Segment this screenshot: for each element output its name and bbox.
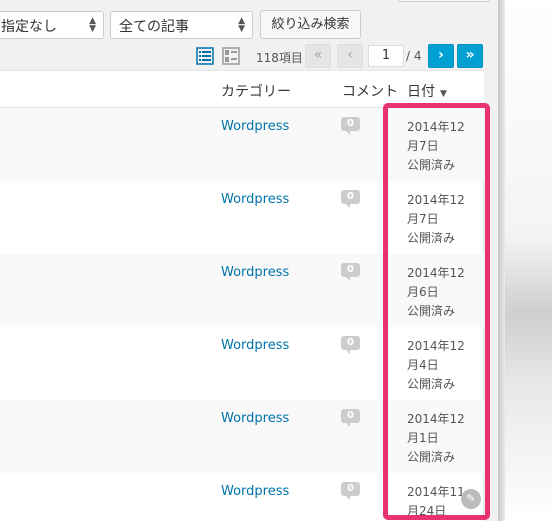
category-link[interactable]: Wordpress [221, 338, 289, 353]
comment-bubble-icon[interactable]: 0 [341, 336, 360, 354]
comment-bubble-icon[interactable]: 0 [341, 117, 360, 135]
date-line: 2014年12 [407, 120, 465, 134]
table-row: Wordpress 0 2014年12 月1日 公開済み [0, 400, 484, 473]
post-status: 公開済み [407, 231, 456, 245]
table-row: Wordpress 0 2014年12 月4日 公開済み [0, 327, 484, 400]
first-page-button[interactable]: « [305, 44, 331, 68]
top-right-button[interactable] [398, 0, 490, 2]
category-filter-value: 全ての記事 [119, 19, 189, 35]
date-line: 月1日 [407, 431, 439, 445]
date-cell: 2014年12 月4日 公開済み [407, 337, 477, 394]
category-link[interactable]: Wordpress [221, 119, 289, 134]
date-line: 月6日 [407, 285, 439, 299]
date-cell: 2014年12 月7日 公開済み [407, 191, 477, 248]
posts-table: カテゴリー コメント 日付 ▼ Wordpress 0 2014年12 月7日 公… [0, 70, 484, 521]
date-line: 月4日 [407, 358, 439, 372]
category-link[interactable]: Wordpress [221, 192, 289, 207]
table-row: Wordpress 0 2014年11 月24日 [0, 473, 484, 521]
category-link[interactable]: Wordpress [221, 484, 289, 499]
column-header-category[interactable]: カテゴリー [221, 81, 291, 101]
comment-bubble-icon[interactable]: 0 [341, 190, 360, 208]
select-arrows-icon: ▲ ▼ [89, 16, 96, 34]
date-line: 2014年12 [407, 266, 465, 280]
table-header: カテゴリー コメント 日付 ▼ [0, 71, 484, 108]
comment-bubble-icon[interactable]: 0 [341, 263, 360, 281]
post-status: 公開済み [407, 450, 456, 464]
author-filter-value: 指定なし [1, 19, 57, 35]
edit-icon[interactable]: ✎ [461, 489, 481, 509]
list-view-icon[interactable] [196, 47, 214, 65]
column-header-date-label: 日付 [407, 84, 435, 100]
date-line: 2014年12 [407, 412, 465, 426]
column-header-comments[interactable]: コメント [342, 81, 398, 101]
column-header-date[interactable]: 日付 ▼ [407, 81, 447, 101]
post-status: 公開済み [407, 158, 456, 172]
date-cell: 2014年12 月7日 公開済み [407, 118, 477, 175]
select-arrows-icon: ▲ ▼ [238, 16, 245, 34]
background-area [505, 0, 552, 521]
category-link[interactable]: Wordpress [221, 265, 289, 280]
date-cell: 2014年12 月1日 公開済み [407, 410, 477, 467]
admin-posts-screen: 指定なし ▲ ▼ 全ての記事 ▲ ▼ 絞り込み検索 118項目 « ‹ 1 / 4 … [0, 0, 552, 521]
comment-bubble-icon[interactable]: 0 [341, 482, 360, 500]
table-row: Wordpress 0 2014年12 月7日 公開済み [0, 108, 484, 181]
filter-button[interactable]: 絞り込み検索 [260, 10, 361, 39]
date-line: 2014年12 [407, 193, 465, 207]
category-filter-select[interactable]: 全ての記事 ▲ ▼ [110, 11, 253, 39]
next-page-button[interactable]: › [428, 44, 454, 68]
total-pages: / 4 [406, 49, 422, 63]
current-page-input[interactable]: 1 [368, 45, 404, 67]
items-count: 118項目 [256, 51, 303, 65]
excerpt-view-icon[interactable] [222, 47, 240, 65]
prev-page-button[interactable]: ‹ [337, 44, 363, 68]
date-cell: 2014年12 月6日 公開済み [407, 264, 477, 321]
author-filter-select[interactable]: 指定なし ▲ ▼ [0, 11, 104, 39]
table-row: Wordpress 0 2014年12 月7日 公開済み [0, 181, 484, 254]
sort-desc-icon: ▼ [440, 89, 447, 99]
date-line: 月7日 [407, 212, 439, 226]
post-status: 公開済み [407, 304, 456, 318]
panel-shadow [498, 0, 506, 521]
category-link[interactable]: Wordpress [221, 411, 289, 426]
last-page-button[interactable]: » [457, 44, 483, 68]
date-line: 月7日 [407, 139, 439, 153]
post-status: 公開済み [407, 377, 456, 391]
table-row: Wordpress 0 2014年12 月6日 公開済み [0, 254, 484, 327]
comment-bubble-icon[interactable]: 0 [341, 409, 360, 427]
date-line: 2014年12 [407, 339, 465, 353]
